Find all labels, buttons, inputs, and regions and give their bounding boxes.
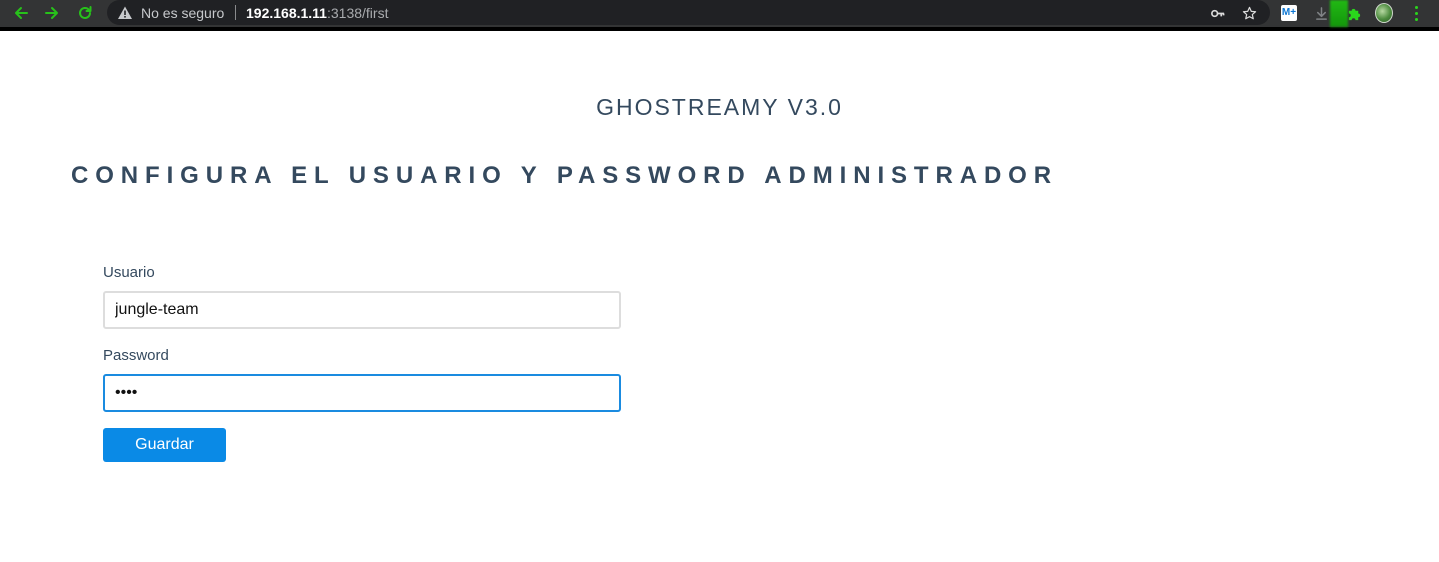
password-label: Password [103, 347, 169, 364]
address-separator [235, 5, 236, 20]
page-heading: CONFIGURA EL USUARIO Y PASSWORD ADMINIST… [71, 162, 1058, 189]
puzzle-extension-icon[interactable] [1345, 4, 1363, 22]
back-icon[interactable] [11, 3, 31, 23]
download-icon[interactable] [1312, 4, 1330, 22]
warning-icon[interactable] [117, 5, 133, 21]
username-input[interactable] [103, 291, 621, 329]
app-title: GHOSTREAMY V3.0 [596, 94, 843, 120]
star-icon[interactable] [1240, 4, 1258, 22]
reload-icon[interactable] [75, 3, 95, 23]
password-input[interactable] [103, 374, 621, 412]
forward-icon[interactable] [42, 3, 62, 23]
url-path: :3138/first [326, 5, 389, 21]
movistar-extension-icon[interactable]: M+ [1280, 4, 1298, 22]
username-label: Usuario [103, 264, 155, 281]
extension-badge-text: M+ [1281, 5, 1297, 21]
toolbar-divider [0, 27, 1439, 31]
key-icon[interactable] [1208, 4, 1226, 22]
save-button[interactable]: Guardar [103, 428, 226, 462]
browser-menu-icon[interactable] [1408, 4, 1424, 22]
url-host: 192.168.1.11 [246, 5, 327, 21]
profile-avatar[interactable] [1375, 3, 1393, 23]
avatar [1375, 3, 1393, 23]
security-status[interactable]: No es seguro [141, 5, 224, 21]
url-text[interactable]: 192.168.1.11:3138/first [246, 5, 388, 21]
